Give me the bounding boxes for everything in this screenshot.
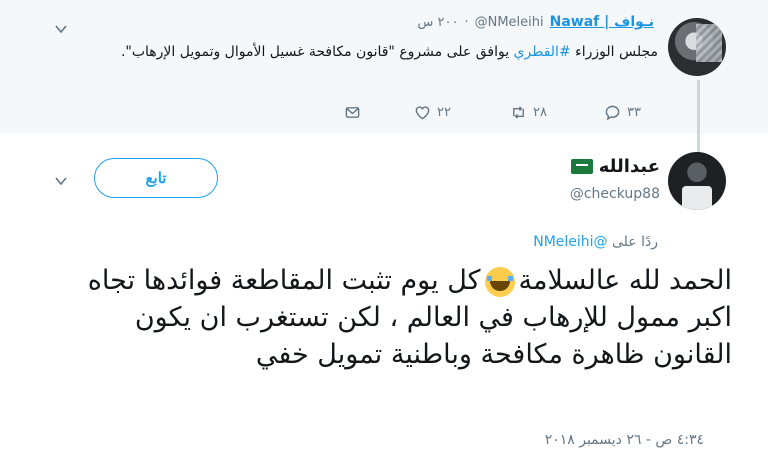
parent-time[interactable]: ٢٠٠ س bbox=[417, 15, 458, 30]
parent-header: Nawaf | نـواف @NMeleihi · ٢٠٠ س bbox=[417, 14, 654, 30]
reply-to-prefix: ردًا على bbox=[607, 234, 658, 250]
chevron-down-icon[interactable] bbox=[54, 22, 68, 36]
envelope-icon bbox=[345, 107, 360, 118]
tweet-text-part: الحمد لله عالسلامة bbox=[518, 265, 732, 296]
parent-text-part: مجلس الوزراء bbox=[570, 44, 658, 60]
separator-dot: · bbox=[464, 15, 469, 30]
main-author-row[interactable]: عبدالله bbox=[570, 156, 660, 177]
parent-tweet[interactable]: Nawaf | نـواف @NMeleihi · ٢٠٠ س مجلس الو… bbox=[0, 0, 768, 154]
reply-button[interactable]: ٣٣ bbox=[604, 104, 641, 121]
parent-avatar[interactable] bbox=[668, 18, 726, 76]
retweet-icon bbox=[513, 106, 524, 119]
main-handle[interactable]: @checkup88 bbox=[570, 186, 660, 202]
parent-author-name[interactable]: Nawaf | نـواف bbox=[550, 14, 654, 30]
like-count: ٢٢ bbox=[437, 105, 451, 120]
reply-count: ٣٣ bbox=[627, 105, 641, 120]
reply-icon bbox=[605, 105, 620, 121]
main-author-name[interactable]: عبدالله bbox=[599, 156, 660, 177]
retweet-button[interactable]: ٢٨ bbox=[510, 104, 547, 121]
retweet-count: ٢٨ bbox=[533, 105, 547, 120]
replying-to: ردًا على @NMeleihi bbox=[533, 234, 658, 250]
direct-message-button[interactable] bbox=[344, 104, 361, 121]
parent-handle[interactable]: @NMeleihi bbox=[475, 15, 544, 30]
main-avatar[interactable] bbox=[668, 152, 726, 210]
reply-to-handle[interactable]: @NMeleihi bbox=[533, 234, 607, 250]
parent-text-part: يوافق على مشروع "قانون مكافحة غسيل الأمو… bbox=[120, 44, 514, 60]
follow-button[interactable]: تابع bbox=[94, 158, 218, 198]
like-button[interactable]: ٢٢ bbox=[414, 104, 451, 121]
saudi-flag-icon bbox=[570, 159, 593, 174]
tweet-timestamp[interactable]: ٤:٣٤ ص - ٢٦ ديسمبر ٢٠١٨ bbox=[545, 432, 704, 448]
chevron-down-icon[interactable] bbox=[54, 174, 68, 188]
hashtag-link[interactable]: #القطري bbox=[514, 44, 571, 60]
parent-tweet-text: مجلس الوزراء #القطري يوافق على مشروع "قا… bbox=[38, 42, 658, 62]
heart-icon bbox=[415, 106, 430, 120]
main-tweet-text: الحمد لله عالسلامةكل يوم تثبت المقاطعة ف… bbox=[60, 262, 732, 373]
parent-actions: ٣٣ ٢٨ ٢٢ bbox=[340, 104, 670, 124]
tears-of-joy-emoji-icon bbox=[484, 266, 515, 297]
thread-connector bbox=[697, 80, 700, 154]
